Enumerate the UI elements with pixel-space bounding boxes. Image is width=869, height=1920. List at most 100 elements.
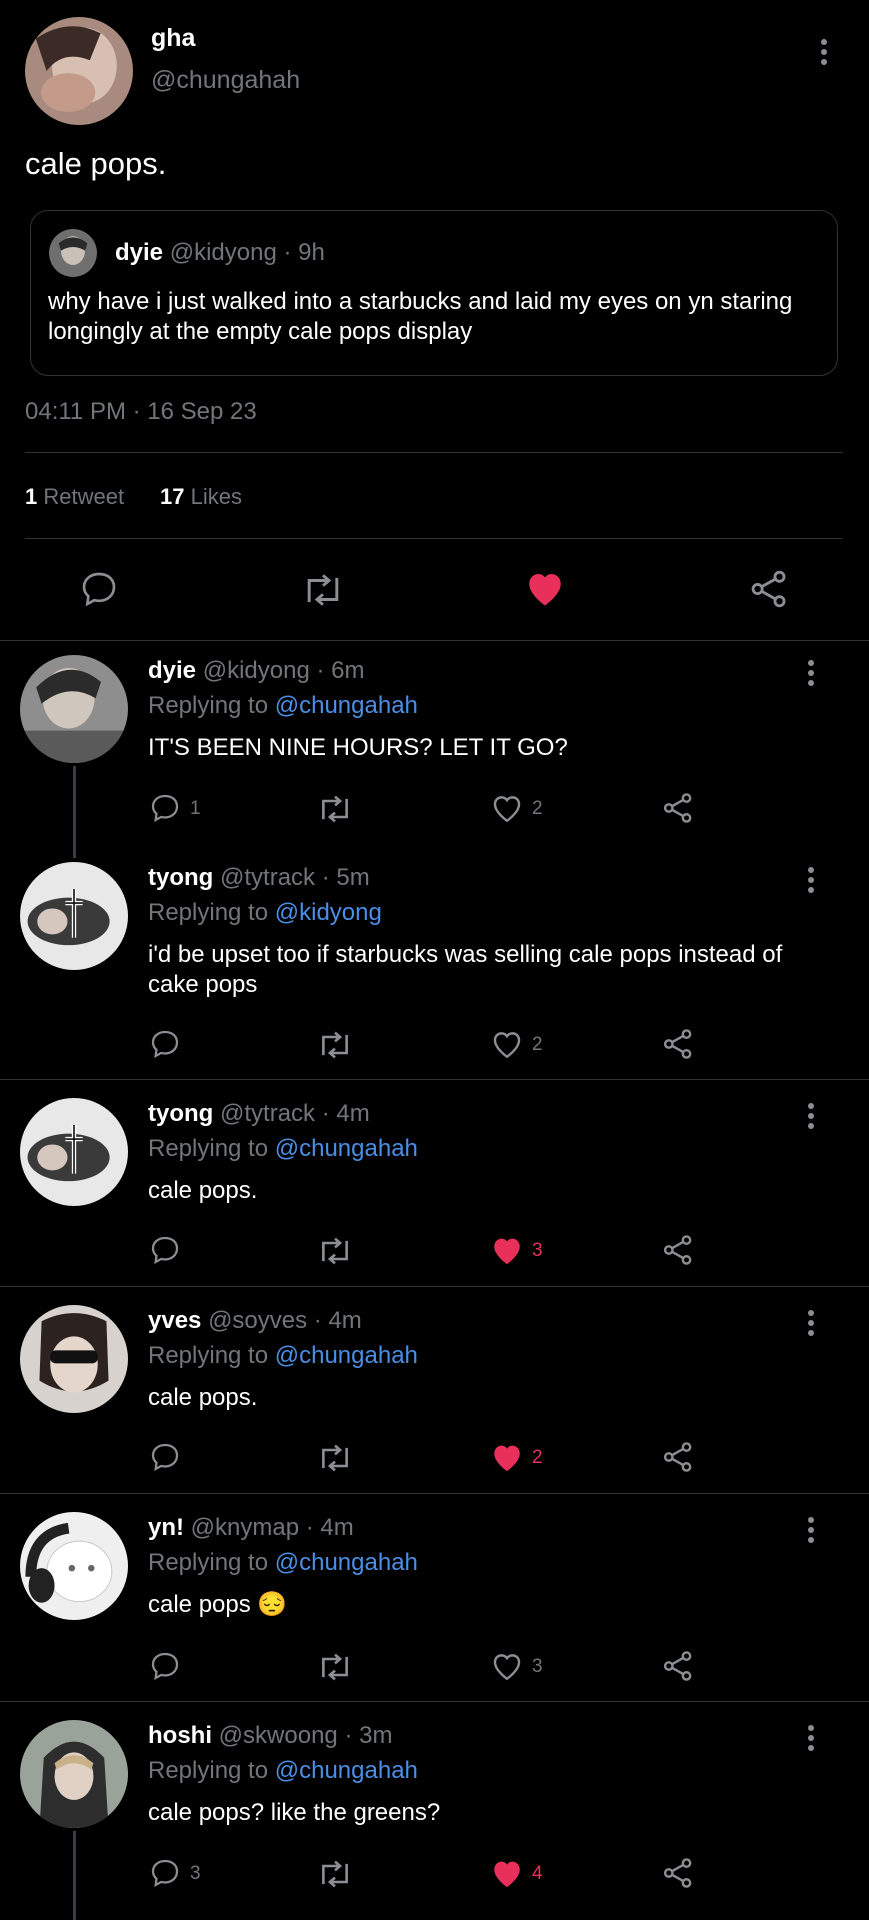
likes-stat[interactable]: 17 Likes xyxy=(160,484,242,510)
reply-author-handle[interactable]: @kidyong xyxy=(203,657,310,684)
reply-text: cale pops? like the greens? xyxy=(148,1799,441,1826)
retweet-icon[interactable] xyxy=(316,1858,354,1890)
share-icon[interactable] xyxy=(661,1440,695,1474)
retweet-icon[interactable] xyxy=(316,793,354,825)
like-count: 3 xyxy=(532,1656,543,1677)
reply-header: yves @soyves · 4m xyxy=(148,1307,362,1335)
retweet-icon[interactable] xyxy=(316,1235,354,1267)
reply-avatar[interactable] xyxy=(20,1720,128,1828)
more-options-icon[interactable] xyxy=(820,39,828,69)
replying-to: Replying to @chungahah xyxy=(148,1135,418,1163)
more-options-icon[interactable] xyxy=(807,1310,815,1340)
like-icon-filled[interactable] xyxy=(490,1441,524,1473)
retweet-label: Retweet xyxy=(43,484,125,509)
retweet-count: 1 xyxy=(25,484,38,509)
reply-author-name[interactable]: dyie xyxy=(148,657,196,684)
reply-author-handle[interactable]: @knymap xyxy=(191,1514,299,1541)
reply-avatar[interactable] xyxy=(20,862,128,970)
reply-avatar[interactable] xyxy=(20,1098,128,1206)
likes-count: 17 xyxy=(160,484,185,509)
more-options-icon[interactable] xyxy=(807,1517,815,1547)
like-count: 2 xyxy=(532,798,543,819)
like-icon-filled[interactable] xyxy=(524,568,566,608)
share-icon[interactable] xyxy=(661,1233,695,1267)
reply-text: cale pops 😔 xyxy=(148,1591,288,1618)
reply-count: 3 xyxy=(190,1863,201,1884)
quoted-author-avatar xyxy=(49,229,97,277)
reply-avatar[interactable] xyxy=(20,1305,128,1413)
reply-text: IT'S BEEN NINE HOURS? LET IT GO? xyxy=(148,734,568,761)
reply-time: · 6m xyxy=(316,657,365,684)
replying-to: Replying to @chungahah xyxy=(148,1757,418,1785)
author-handle[interactable]: @chungahah xyxy=(151,66,300,95)
replying-to: Replying to @chungahah xyxy=(148,1549,418,1577)
more-options-icon[interactable] xyxy=(807,867,815,897)
replying-to-link[interactable]: @kidyong xyxy=(275,899,382,926)
share-icon[interactable] xyxy=(661,1856,695,1890)
reply-author-name[interactable]: tyong xyxy=(148,864,213,891)
retweet-icon[interactable] xyxy=(316,1442,354,1474)
reply-text: cale pops. xyxy=(148,1384,258,1411)
replying-to-label: Replying to xyxy=(148,1135,269,1162)
reply-icon[interactable] xyxy=(148,1028,182,1060)
replying-to: Replying to @chungahah xyxy=(148,692,418,720)
replying-to-label: Replying to xyxy=(148,899,269,926)
author-name[interactable]: gha xyxy=(151,24,195,53)
reply-author-name[interactable]: tyong xyxy=(148,1100,213,1127)
replying-to-label: Replying to xyxy=(148,692,269,719)
reply-time: · 4m xyxy=(305,1514,354,1541)
reply-author-handle[interactable]: @soyves xyxy=(208,1307,307,1334)
like-icon[interactable] xyxy=(490,792,524,824)
like-count: 2 xyxy=(532,1034,543,1055)
replying-to-link[interactable]: @chungahah xyxy=(275,692,418,719)
like-icon-filled[interactable] xyxy=(490,1234,524,1266)
reply-author-name[interactable]: yves xyxy=(148,1307,201,1334)
retweet-icon[interactable] xyxy=(316,1029,354,1061)
reply-avatar[interactable] xyxy=(20,655,128,763)
retweet-icon[interactable] xyxy=(316,1651,354,1683)
reply-text: i'd be upset too if starbucks was sellin… xyxy=(148,941,783,998)
reply-author-name[interactable]: yn! xyxy=(148,1514,184,1541)
like-icon[interactable] xyxy=(490,1028,524,1060)
reply-time: · 4m xyxy=(313,1307,362,1334)
reply-author-name[interactable]: hoshi xyxy=(148,1722,212,1749)
like-icon[interactable] xyxy=(490,1650,524,1682)
replying-to-link[interactable]: @chungahah xyxy=(275,1135,418,1162)
more-options-icon[interactable] xyxy=(807,1725,815,1755)
reply-author-handle[interactable]: @tytrack xyxy=(220,1100,315,1127)
replying-to-link[interactable]: @chungahah xyxy=(275,1549,418,1576)
reply-header: yn! @knymap · 4m xyxy=(148,1514,354,1542)
reply-author-handle[interactable]: @tytrack xyxy=(220,864,315,891)
replying-to-link[interactable]: @chungahah xyxy=(275,1757,418,1784)
retweet-icon[interactable] xyxy=(300,571,346,609)
replying-to: Replying to @chungahah xyxy=(148,1342,418,1370)
reply-icon[interactable] xyxy=(148,1234,182,1266)
like-count: 3 xyxy=(532,1240,543,1261)
reply-text: cale pops. xyxy=(148,1177,258,1204)
reply-header: tyong @tytrack · 5m xyxy=(148,864,370,892)
more-options-icon[interactable] xyxy=(807,660,815,690)
reply-icon[interactable] xyxy=(148,1650,182,1682)
reply-author-handle[interactable]: @skwoong xyxy=(219,1722,338,1749)
replying-to-link[interactable]: @chungahah xyxy=(275,1342,418,1369)
reply-avatar[interactable] xyxy=(20,1512,128,1620)
reply-icon[interactable] xyxy=(148,1441,182,1473)
retweet-stat[interactable]: 1 Retweet xyxy=(25,484,124,510)
reply-icon[interactable] xyxy=(148,792,182,824)
likes-label: Likes xyxy=(190,484,242,509)
share-icon[interactable] xyxy=(661,791,695,825)
share-icon[interactable] xyxy=(661,1649,695,1683)
tweet-timestamp: 04:11 PM · 16 Sep 23 xyxy=(25,398,257,425)
like-count: 4 xyxy=(532,1863,543,1884)
more-options-icon[interactable] xyxy=(807,1103,815,1133)
author-avatar[interactable] xyxy=(25,17,133,125)
replying-to-label: Replying to xyxy=(148,1757,269,1784)
reply-header: hoshi @skwoong · 3m xyxy=(148,1722,392,1750)
share-icon[interactable] xyxy=(748,568,790,610)
quoted-text: why have i just walked into a starbucks … xyxy=(48,288,793,345)
quoted-author-name: dyie xyxy=(115,239,164,266)
share-icon[interactable] xyxy=(661,1027,695,1061)
reply-icon[interactable] xyxy=(148,1857,182,1889)
like-icon-filled[interactable] xyxy=(490,1857,524,1889)
reply-icon[interactable] xyxy=(78,569,120,609)
